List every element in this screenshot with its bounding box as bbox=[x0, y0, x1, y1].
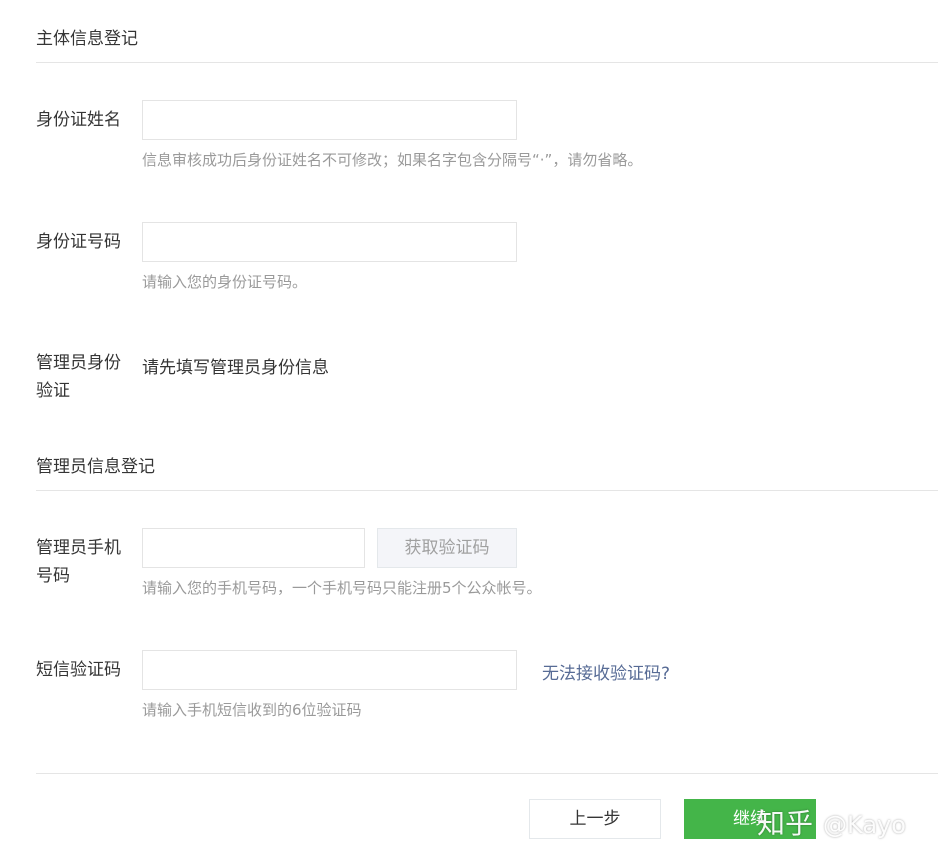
admin-verify-value: 请先填写管理员身份信息 bbox=[142, 358, 329, 378]
zhihu-watermark: 知乎 @Kayo bbox=[757, 802, 906, 842]
admin-verify-label-line2: 验证 bbox=[36, 381, 70, 401]
id-number-input[interactable] bbox=[142, 222, 517, 262]
id-name-label: 身份证姓名 bbox=[36, 110, 121, 130]
prev-step-button[interactable]: 上一步 bbox=[529, 799, 661, 839]
sms-code-input[interactable] bbox=[142, 650, 517, 690]
id-number-label: 身份证号码 bbox=[36, 232, 121, 252]
footer-divider bbox=[36, 773, 938, 774]
id-number-hint: 请输入您的身份证号码。 bbox=[142, 273, 308, 291]
watermark-handle: @Kayo bbox=[823, 811, 906, 839]
section-title-admin-info: 管理员信息登记 bbox=[36, 457, 155, 477]
cannot-receive-code-link[interactable]: 无法接收验证码? bbox=[542, 659, 670, 684]
admin-verify-label-line1: 管理员身份 bbox=[36, 353, 121, 373]
id-name-hint: 信息审核成功后身份证姓名不可修改；如果名字包含分隔号“·”，请勿省略。 bbox=[142, 151, 643, 169]
sms-code-hint: 请输入手机短信收到的6位验证码 bbox=[142, 701, 362, 719]
admin-phone-label-line1: 管理员手机 bbox=[36, 538, 121, 558]
id-name-input[interactable] bbox=[142, 100, 517, 140]
sms-code-label: 短信验证码 bbox=[36, 660, 121, 680]
section-divider bbox=[36, 490, 938, 491]
get-code-button[interactable]: 获取验证码 bbox=[377, 528, 517, 568]
section-divider bbox=[36, 62, 938, 63]
admin-phone-hint: 请输入您的手机号码，一个手机号码只能注册5个公众帐号。 bbox=[142, 579, 542, 597]
admin-phone-input[interactable] bbox=[142, 528, 365, 568]
section-title-subject-info: 主体信息登记 bbox=[36, 29, 138, 49]
watermark-brand: 知乎 bbox=[757, 807, 814, 840]
admin-verify-label: 管理员身份 验证 bbox=[36, 349, 131, 405]
admin-phone-label-line2: 号码 bbox=[36, 566, 70, 586]
admin-phone-label: 管理员手机 号码 bbox=[36, 534, 131, 590]
